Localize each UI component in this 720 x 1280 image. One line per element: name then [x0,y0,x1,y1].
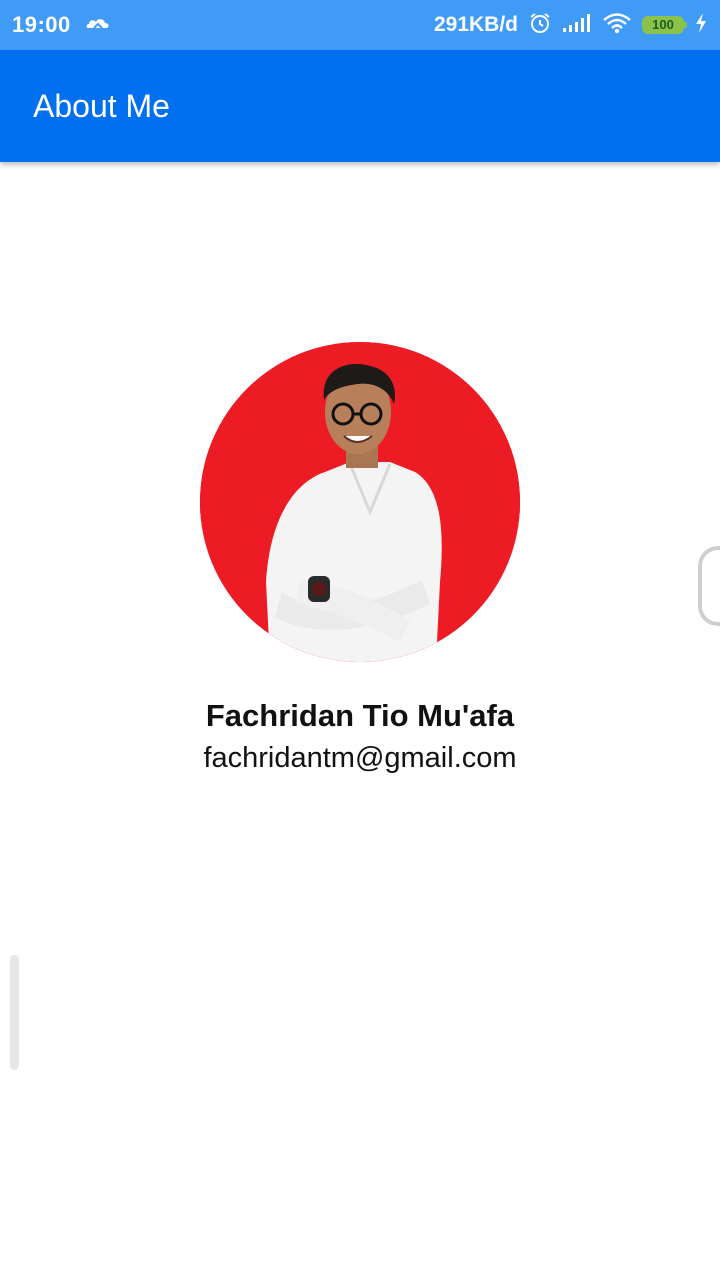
about-me-screen: 19:00 291KB/d 100 About Me Fachridan Tio… [0,0,720,1280]
battery-icon: 100 [642,16,687,34]
network-speed: 291KB/d [433,13,518,36]
page-title: About Me [33,87,170,124]
wifi-icon [602,12,632,39]
status-time: 19:00 [12,12,71,37]
cloud-app-icon [85,14,111,37]
battery-level: 100 [652,17,674,32]
app-bar: About Me [0,50,720,162]
edge-swipe-handle[interactable] [698,546,720,626]
status-bar: 19:00 291KB/d 100 [0,0,720,50]
alarm-icon [528,11,552,40]
profile-email[interactable]: fachridantm@gmail.com [0,742,720,775]
profile-name: Fachridan Tio Mu'afa [205,698,515,733]
scroll-indicator[interactable] [10,955,19,1070]
signal-icon [562,13,592,38]
profile-avatar [200,342,520,662]
charging-icon [694,12,708,39]
